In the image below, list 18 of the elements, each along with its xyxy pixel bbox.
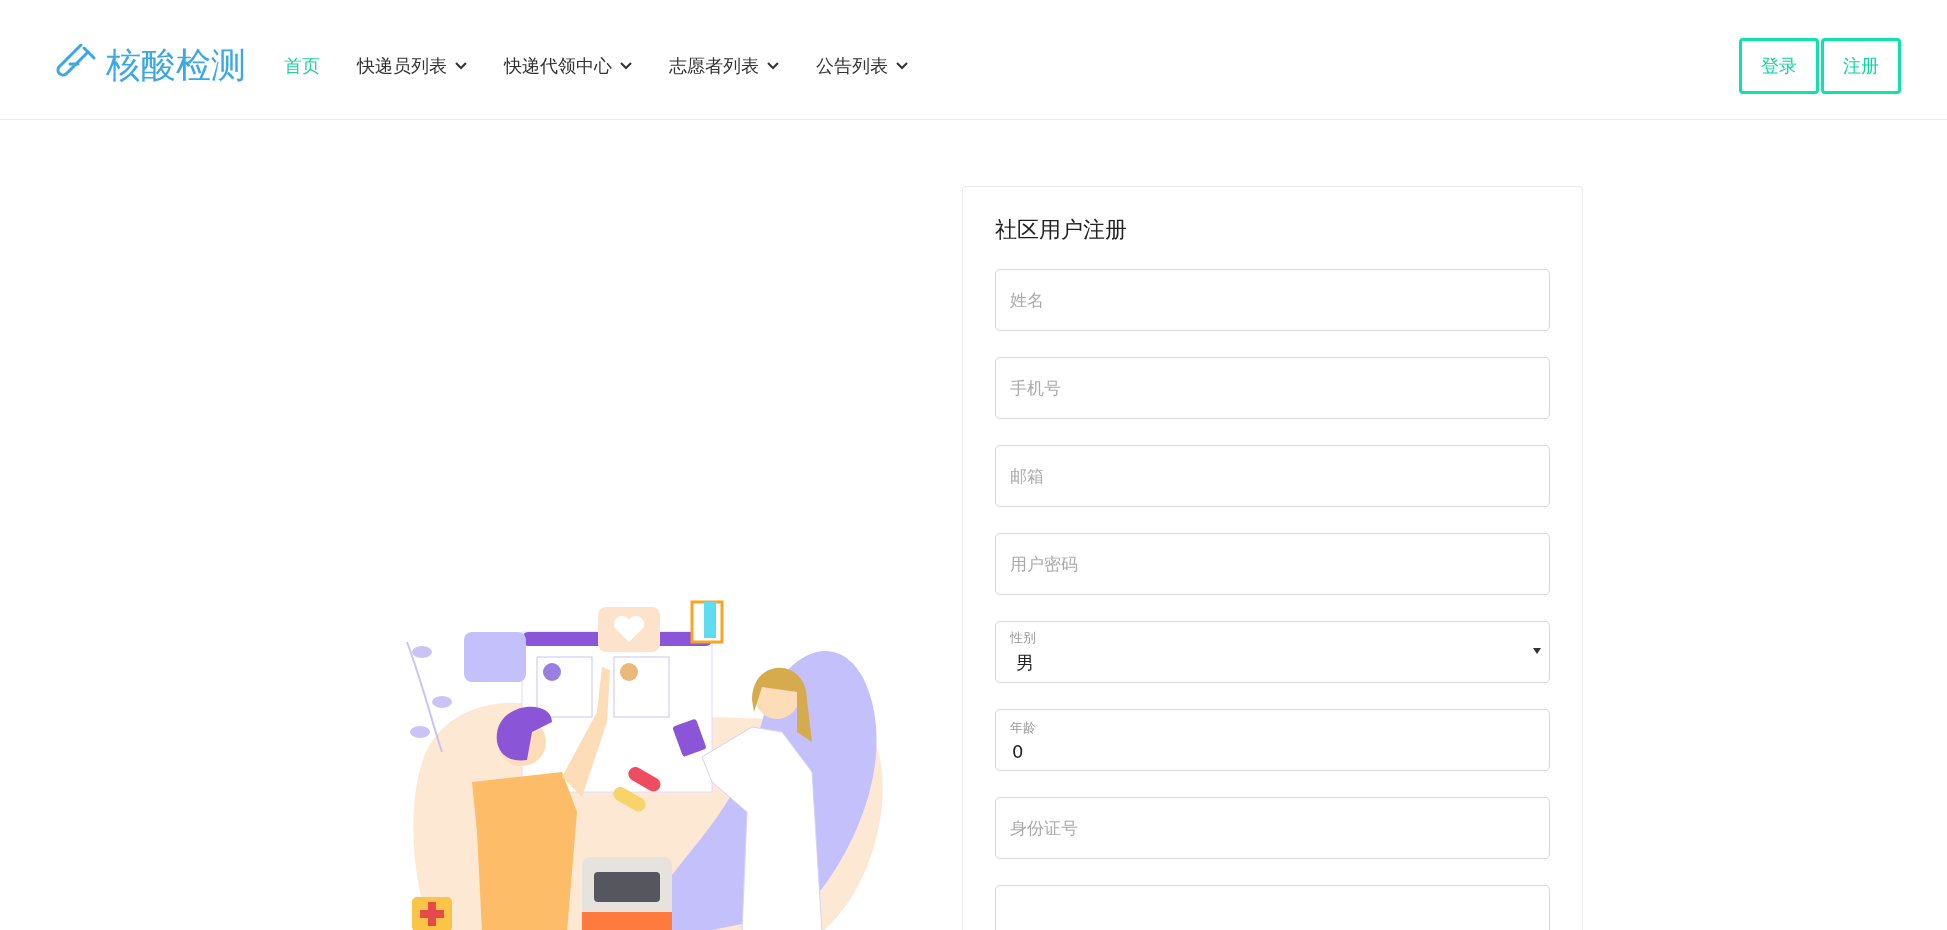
input-field[interactable]: 姓名 [995,269,1550,331]
input-field[interactable]: 手机号 [995,357,1550,419]
field-value: 男 [1015,651,1034,675]
select-field[interactable]: 性别 男 [995,621,1550,683]
form-title: 社区用户注册 [995,216,1128,244]
input-field[interactable]: 身份证号 [995,797,1550,859]
field-label: 性别 [1010,629,1036,647]
input-field[interactable]: 邮箱 [995,445,1550,507]
field-value: 0 [1011,740,1024,762]
input-field[interactable]: 用户密码 [995,533,1550,595]
caret-down-icon [1533,648,1541,654]
nav-link[interactable]: 快递员列表 [357,53,467,78]
input-field[interactable] [995,885,1550,930]
nav-link[interactable]: 志愿者列表 [669,53,779,78]
nav-link[interactable]: 快递代领中心 [504,53,632,78]
input-field[interactable]: 年龄 0 [995,709,1550,771]
nav-link[interactable]: 公告列表 [816,53,908,78]
field-label: 年龄 [1010,718,1036,737]
